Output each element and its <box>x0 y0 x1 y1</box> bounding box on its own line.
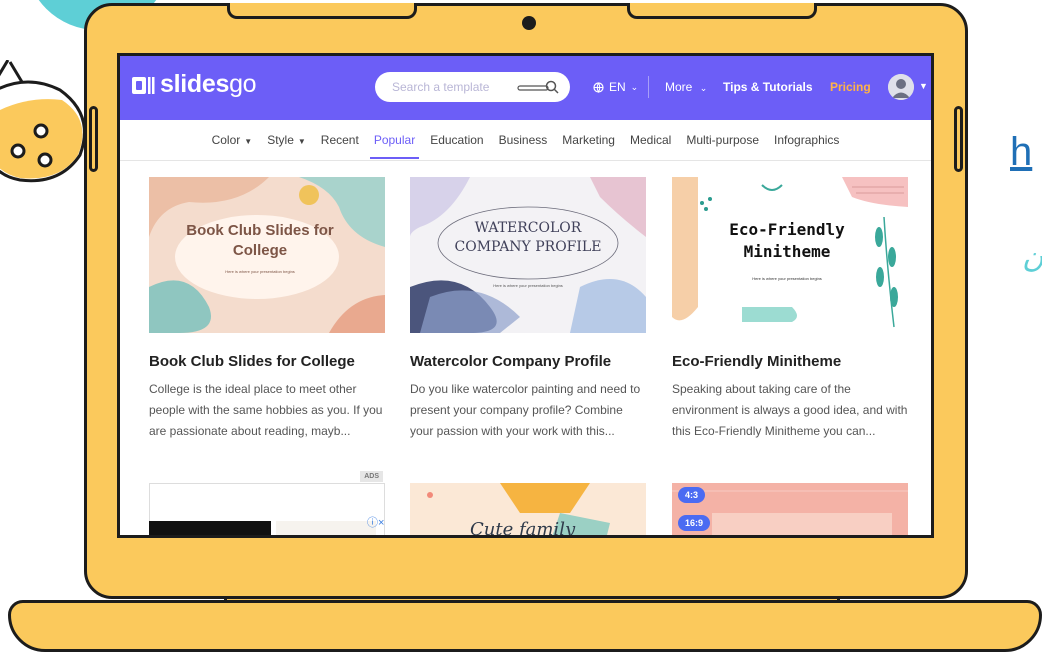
ad-card[interactable]: ADS ⓘ× <box>149 471 385 535</box>
card-description: Speaking about taking care of the enviro… <box>672 382 908 438</box>
template-thumbnail[interactable]: WATERCOLOR COMPANY PROFILE Here is where… <box>410 177 646 333</box>
thumbnail-title: Book Club Slides for College <box>186 222 334 259</box>
thumbnail-title-line2: Minitheme <box>743 242 831 261</box>
card-description: Do you like watercolor painting and need… <box>410 382 641 438</box>
thumbnail-title: Cute family <box>470 519 576 538</box>
caret-down-icon[interactable]: ▼ <box>919 81 928 91</box>
category-recent[interactable]: Recent <box>321 123 359 157</box>
caret-down-icon: ▼ <box>297 137 306 146</box>
template-card[interactable]: 4:3 16:9 <box>672 471 908 535</box>
ratio-badge-16-9[interactable]: 16:9 <box>678 515 711 531</box>
browser-screen: slidesgo Search a template EN ⌄ More ⌄ T… <box>117 53 934 538</box>
card-title[interactable]: Watercolor Company Profile <box>410 353 646 370</box>
thumbnail-title: Eco-Friendly Minitheme <box>702 219 872 263</box>
template-thumbnail[interactable] <box>672 483 908 535</box>
ratio-badge-4-3[interactable]: 4:3 <box>678 487 706 503</box>
ad-image-dark <box>149 521 271 535</box>
category-infographics[interactable]: Infographics <box>774 123 839 157</box>
search-icon[interactable] <box>516 78 560 96</box>
logo-text-light: go <box>229 70 257 98</box>
category-style[interactable]: Style ▼ <box>267 123 306 157</box>
category-business[interactable]: Business <box>499 123 548 157</box>
chevron-down-icon: ⌄ <box>699 83 708 93</box>
slidesgo-logo[interactable]: slidesgo <box>130 70 257 99</box>
slidesgo-logo-icon <box>132 76 155 94</box>
search-input[interactable]: Search a template <box>392 80 516 94</box>
lid-slot-right <box>627 3 817 19</box>
avatar[interactable] <box>888 74 914 100</box>
user-avatar-icon <box>888 74 914 100</box>
thumbnail-title: WATERCOLOR COMPANY PROFILE <box>430 219 626 257</box>
template-thumbnail[interactable]: Cute family <box>410 483 646 538</box>
thumbnail-title-line1: Eco-Friendly <box>729 220 845 239</box>
more-label: More <box>665 80 693 94</box>
caret-down-icon: ▼ <box>244 137 253 146</box>
template-card[interactable]: Book Club Slides for College Here is whe… <box>149 177 385 442</box>
search-box[interactable]: Search a template <box>375 72 570 102</box>
hinge-notch-left <box>89 106 98 172</box>
nav-divider <box>648 76 649 98</box>
category-color[interactable]: Color ▼ <box>212 123 253 157</box>
category-education[interactable]: Education <box>430 123 483 157</box>
category-marketing[interactable]: Marketing <box>562 123 615 157</box>
ads-badge: ADS <box>360 471 383 482</box>
pricing-link[interactable]: Pricing <box>830 80 871 94</box>
thumbnail-subtitle: Here is where your presentation begins <box>493 283 563 288</box>
ad-image-light <box>276 521 376 535</box>
partial-script-text: ن <box>1022 240 1042 275</box>
category-nav: Color ▼ Style ▼ Recent Popular Education B… <box>120 120 931 161</box>
template-thumbnail[interactable]: Book Club Slides for College Here is whe… <box>149 177 385 333</box>
thumbnail-title-line2: COMPANY PROFILE <box>454 239 602 255</box>
ad-info-icon[interactable]: ⓘ× <box>367 514 384 530</box>
partial-link-text: h <box>1010 130 1033 174</box>
tips-tutorials-link[interactable]: Tips & Tutorials <box>723 80 813 94</box>
site-header: slidesgo Search a template EN ⌄ More ⌄ T… <box>120 56 931 120</box>
card-title[interactable]: Eco-Friendly Minitheme <box>672 353 908 370</box>
category-style-label: Style <box>267 133 294 147</box>
language-label: EN <box>609 80 626 94</box>
flask-illustration <box>0 59 90 190</box>
template-thumbnail[interactable]: Eco-Friendly Minitheme Here is where you… <box>672 177 908 333</box>
card-title[interactable]: Book Club Slides for College <box>149 353 385 370</box>
category-medical[interactable]: Medical <box>630 123 671 157</box>
lid-slot-left <box>227 3 417 19</box>
thumbnail-subtitle: Here is where your presentation begins <box>752 276 822 281</box>
hinge-notch-right <box>954 106 963 172</box>
category-color-label: Color <box>211 133 241 147</box>
webcam-icon <box>522 16 536 30</box>
globe-icon <box>593 81 604 93</box>
thumbnail-subtitle: Here is where your presentation begins <box>225 269 295 274</box>
template-card[interactable]: Eco-Friendly Minitheme Here is where you… <box>672 177 908 442</box>
infographic-artwork <box>672 490 908 535</box>
logo-text-bold: slides <box>160 70 230 98</box>
thumbnail-title-line1: WATERCOLOR <box>474 220 582 236</box>
chevron-down-icon: ⌄ <box>630 81 639 92</box>
card-description: College is the ideal place to meet other… <box>149 382 383 438</box>
language-selector[interactable]: EN ⌄ <box>593 80 638 94</box>
template-card[interactable]: Cute family <box>410 471 646 538</box>
category-popular[interactable]: Popular <box>369 123 420 159</box>
laptop-base <box>8 600 1042 652</box>
template-card[interactable]: WATERCOLOR COMPANY PROFILE Here is where… <box>410 177 646 442</box>
category-multipurpose[interactable]: Multi-purpose <box>686 123 759 157</box>
more-menu[interactable]: More ⌄ <box>665 80 707 94</box>
